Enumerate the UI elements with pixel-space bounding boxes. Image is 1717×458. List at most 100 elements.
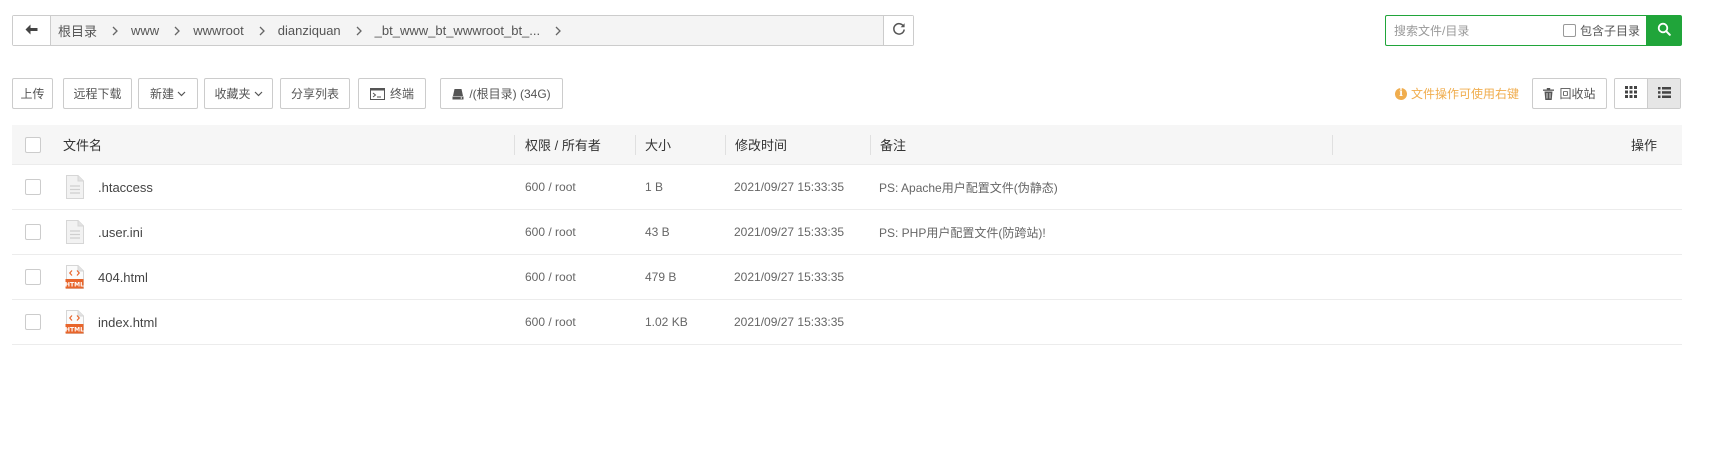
column-divider: [514, 135, 515, 155]
breadcrumb-item-www[interactable]: www: [128, 23, 162, 38]
file-mtime: 2021/09/27 15:33:35: [734, 315, 845, 329]
header-ops-label: 操作: [1631, 138, 1658, 153]
disk-button[interactable]: /(根目录) (34G): [440, 78, 563, 109]
column-divider: [870, 135, 871, 155]
disk-icon: [452, 88, 464, 100]
grid-view-button[interactable]: [1615, 79, 1647, 108]
file-perm[interactable]: 600 / root: [525, 270, 576, 284]
file-icon: [65, 175, 85, 199]
include-subdir-checkbox[interactable]: 包含子目录: [1562, 16, 1646, 45]
file-note[interactable]: PS: Apache用户配置文件(伪静态): [879, 179, 1058, 196]
remote-download-label: 远程下载: [73, 87, 122, 101]
share-list-button[interactable]: 分享列表: [280, 78, 350, 109]
header-perm[interactable]: 权限 / 所有者: [525, 125, 601, 164]
file-name[interactable]: .htaccess: [98, 180, 153, 195]
breadcrumb-item-dianziquan[interactable]: dianziquan: [275, 23, 344, 38]
tip-label: 文件操作可使用右键: [1411, 87, 1520, 101]
trash-icon: [1543, 87, 1555, 100]
chevron-right-icon: [112, 26, 118, 36]
list-icon: [1657, 86, 1671, 101]
file-size: 479 B: [645, 270, 677, 284]
breadcrumb-item-current[interactable]: _bt_www_bt_wwwroot_bt_...: [372, 23, 543, 38]
path-bar: 根目录 www wwwroot dianziquan _bt_www_bt_ww…: [12, 15, 914, 46]
header-mtime[interactable]: 修改时间: [735, 125, 787, 164]
search-input[interactable]: [1386, 16, 1563, 45]
header-mtime-label: 修改时间: [735, 138, 788, 153]
search-button[interactable]: [1646, 16, 1681, 45]
new-dropdown-button[interactable]: 新建: [138, 78, 198, 109]
file-mtime: 2021/09/27 15:33:35: [734, 225, 845, 239]
view-mode-toggle: [1614, 78, 1681, 109]
refresh-button[interactable]: [883, 16, 913, 45]
header-size-label: 大小: [645, 138, 672, 153]
file-name[interactable]: .user.ini: [98, 225, 143, 240]
header-note-label: 备注: [880, 138, 907, 153]
file-perm[interactable]: 600 / root: [525, 180, 576, 194]
terminal-label: 终端: [389, 87, 414, 101]
header-name-label: 文件名: [63, 138, 103, 153]
chevron-right-icon: [174, 26, 181, 36]
file-size: 1 B: [645, 180, 664, 194]
row-checkbox[interactable]: [25, 314, 41, 330]
upload-button[interactable]: 上传: [12, 78, 53, 109]
breadcrumb-label: _bt_www_bt_wwwroot_bt_...: [374, 23, 541, 38]
file-name[interactable]: 404.html: [98, 270, 148, 285]
row-checkbox[interactable]: [25, 269, 41, 285]
search-box: 包含子目录: [1385, 15, 1682, 46]
breadcrumb-item-wwwroot[interactable]: wwwroot: [190, 23, 247, 38]
table-header: 文件名 权限 / 所有者 大小 修改时间 备注 操作: [12, 125, 1682, 165]
remote-download-button[interactable]: 远程下载: [63, 78, 132, 109]
breadcrumb-label: 根目录: [58, 24, 98, 39]
chevron-right-icon: [555, 26, 562, 36]
favorites-label: 收藏夹: [214, 87, 251, 101]
breadcrumb-label: www: [131, 23, 160, 38]
chevron-down-icon: [177, 91, 186, 97]
breadcrumb-item-root[interactable]: 根目录: [55, 21, 100, 40]
header-size[interactable]: 大小: [645, 125, 671, 164]
context-menu-tip: i 文件操作可使用右键: [1395, 78, 1519, 109]
terminal-button[interactable]: 终端: [358, 78, 426, 109]
row-checkbox[interactable]: [25, 224, 41, 240]
upload-label: 上传: [20, 87, 45, 101]
recycle-bin-label: 回收站: [1559, 87, 1596, 101]
file-table: 文件名 权限 / 所有者 大小 修改时间 备注 操作 .htaccess 600…: [12, 125, 1682, 345]
list-view-button[interactable]: [1647, 79, 1680, 108]
header-note: 备注: [880, 125, 906, 164]
file-perm[interactable]: 600 / root: [525, 225, 576, 239]
file-icon: [65, 220, 85, 244]
recycle-bin-button[interactable]: 回收站: [1532, 78, 1607, 109]
select-all-checkbox[interactable]: [25, 136, 41, 153]
table-row[interactable]: .htaccess 600 / root 1 B 2021/09/27 15:3…: [12, 165, 1682, 210]
favorites-dropdown-button[interactable]: 收藏夹: [204, 78, 273, 109]
file-name[interactable]: index.html: [98, 315, 157, 330]
arrow-left-icon: [25, 24, 38, 38]
table-row[interactable]: HTML index.html 600 / root 1.02 KB 2021/…: [12, 300, 1682, 345]
svg-text:HTML: HTML: [65, 282, 84, 289]
file-note[interactable]: PS: PHP用户配置文件(防跨站)!: [879, 224, 1046, 241]
checkbox-box[interactable]: [1562, 24, 1576, 37]
table-row[interactable]: .user.ini 600 / root 43 B 2021/09/27 15:…: [12, 210, 1682, 255]
header-name[interactable]: 文件名: [63, 125, 102, 164]
column-divider: [635, 135, 636, 155]
file-perm[interactable]: 600 / root: [525, 315, 576, 329]
share-list-label: 分享列表: [290, 87, 339, 101]
header-ops: 操作: [1631, 125, 1657, 164]
refresh-icon: [892, 22, 906, 39]
include-subdir-label: 包含子目录: [1579, 24, 1640, 38]
breadcrumb: 根目录 www wwwroot dianziquan _bt_www_bt_ww…: [51, 16, 883, 45]
new-label: 新建: [149, 87, 174, 101]
back-button[interactable]: [13, 16, 51, 45]
table-row[interactable]: HTML 404.html 600 / root 479 B 2021/09/2…: [12, 255, 1682, 300]
column-divider: [1332, 135, 1333, 155]
chevron-right-icon: [356, 26, 362, 36]
row-checkbox[interactable]: [25, 179, 41, 195]
breadcrumb-label: wwwroot: [193, 23, 244, 38]
column-divider: [725, 135, 726, 155]
file-size: 43 B: [645, 225, 670, 239]
grid-icon: [1625, 86, 1637, 101]
info-icon: i: [1395, 87, 1407, 100]
html-file-icon: HTML: [65, 310, 85, 334]
header-perm-label: 权限 / 所有者: [525, 138, 601, 153]
terminal-icon: [369, 87, 385, 100]
search-icon: [1657, 22, 1671, 39]
